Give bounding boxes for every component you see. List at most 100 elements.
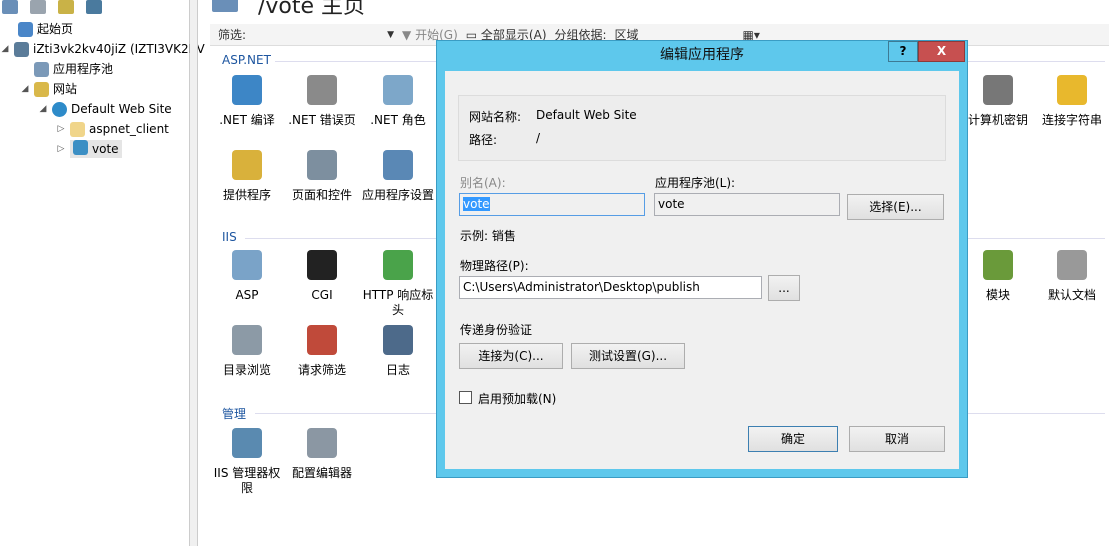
server-icon bbox=[14, 41, 29, 57]
providers-icon bbox=[232, 150, 262, 180]
site-name-value: Default Web Site bbox=[536, 108, 637, 122]
preload-checkbox[interactable] bbox=[459, 391, 472, 404]
folder-up-icon[interactable] bbox=[58, 0, 74, 14]
start-page-icon bbox=[18, 21, 33, 37]
feature-label: 模块 bbox=[985, 288, 1010, 302]
alias-input[interactable]: vote bbox=[459, 193, 645, 216]
net-roles-icon bbox=[383, 75, 413, 105]
globe-icon bbox=[52, 101, 67, 117]
pool-input: vote bbox=[654, 193, 840, 216]
app-pool-icon bbox=[34, 61, 49, 77]
section-manage: 管理 bbox=[222, 407, 247, 421]
connect-icon[interactable] bbox=[2, 0, 18, 14]
feature-label: 日志 bbox=[385, 363, 410, 377]
feature-label: 配置编辑器 bbox=[291, 466, 352, 480]
feature-label: .NET 角色 bbox=[370, 113, 426, 127]
filter-input[interactable]: ▼ bbox=[254, 30, 394, 40]
net-error-pages-icon bbox=[307, 75, 337, 105]
cgi-icon bbox=[307, 250, 337, 280]
feature-default-document[interactable]: 默认文档 bbox=[1034, 250, 1109, 303]
configuration-editor-icon bbox=[307, 428, 337, 458]
default-document-icon bbox=[1057, 250, 1087, 280]
feature-cgi[interactable]: CGI bbox=[284, 250, 360, 303]
page-icon bbox=[212, 0, 238, 12]
feature-net-error-pages[interactable]: .NET 错误页 bbox=[284, 75, 360, 128]
pages-and-controls-icon bbox=[307, 150, 337, 180]
test-settings-button[interactable]: 测试设置(G)... bbox=[571, 343, 685, 369]
disconnect-icon[interactable] bbox=[86, 0, 102, 14]
feature-label: 请求筛选 bbox=[297, 363, 346, 377]
connections-panel: 起始页 ◢ iZti3vk2kv40jiZ (IZTI3VK2KV 应用程序池 ◢… bbox=[0, 0, 205, 546]
directory-browsing-icon bbox=[232, 325, 262, 355]
http-response-headers-icon bbox=[383, 250, 413, 280]
feature-label: 目录浏览 bbox=[222, 363, 271, 377]
feature-logging[interactable]: 日志 bbox=[360, 325, 436, 378]
feature-pages-and-controls[interactable]: 页面和控件 bbox=[284, 150, 360, 203]
preload-label: 启用预加载(N) bbox=[478, 392, 557, 406]
tree-item-app-pools[interactable]: 应用程序池 bbox=[20, 60, 113, 78]
connections-toolbar bbox=[0, 0, 108, 18]
select-pool-button[interactable]: 选择(E)... bbox=[847, 194, 944, 220]
net-compilation-icon bbox=[232, 75, 262, 105]
tree-item-sites[interactable]: ◢ 网站 bbox=[20, 80, 77, 98]
path-label: 路径: bbox=[469, 133, 498, 147]
folder-icon bbox=[70, 121, 85, 137]
ok-button[interactable]: 确定 bbox=[748, 426, 838, 452]
feature-http-response-headers[interactable]: HTTP 响应标头 bbox=[360, 250, 436, 318]
alias-label: 别名(A): bbox=[460, 176, 506, 190]
connection-strings-icon bbox=[1057, 75, 1087, 105]
browse-button[interactable]: ... bbox=[768, 275, 800, 301]
dialog-body: 网站名称: Default Web Site 路径: / 别名(A): vote… bbox=[445, 71, 959, 469]
feature-iis-manager-permissions[interactable]: IIS 管理器权限 bbox=[209, 428, 285, 496]
logging-icon bbox=[383, 325, 413, 355]
feature-label: ASP bbox=[235, 288, 259, 302]
edit-application-dialog: 编辑应用程序 ? X 网站名称: Default Web Site 路径: / … bbox=[436, 40, 968, 478]
tree-item-vote[interactable]: ▷ vote bbox=[56, 140, 122, 158]
request-filtering-icon bbox=[307, 325, 337, 355]
splitter[interactable] bbox=[190, 0, 198, 546]
cancel-button[interactable]: 取消 bbox=[849, 426, 945, 452]
tree-item-start-page[interactable]: 起始页 bbox=[4, 20, 73, 38]
feature-request-filtering[interactable]: 请求筛选 bbox=[284, 325, 360, 378]
pool-label: 应用程序池(L): bbox=[655, 176, 736, 190]
app-settings-icon bbox=[383, 150, 413, 180]
feature-label: 计算机密钥 bbox=[967, 113, 1028, 127]
path-value: / bbox=[536, 131, 541, 145]
tree-item-server[interactable]: ◢ iZti3vk2kv40jiZ (IZTI3VK2KV bbox=[0, 40, 205, 58]
physical-path-input[interactable]: C:\Users\Administrator\Desktop\publish bbox=[459, 276, 762, 299]
feature-net-compilation[interactable]: .NET 编译 bbox=[209, 75, 285, 128]
feature-connection-strings[interactable]: 连接字符串 bbox=[1034, 75, 1109, 128]
feature-machine-key[interactable]: 计算机密钥 bbox=[960, 75, 1036, 128]
application-icon bbox=[73, 140, 88, 155]
section-aspnet: ASP.NET bbox=[222, 53, 271, 67]
machine-key-icon bbox=[983, 75, 1013, 105]
pass-through-auth-label: 传递身份验证 bbox=[460, 323, 533, 337]
asp-icon bbox=[232, 250, 262, 280]
feature-app-settings[interactable]: 应用程序设置 bbox=[360, 150, 436, 203]
site-info-group bbox=[458, 95, 946, 161]
site-name-label: 网站名称: bbox=[469, 110, 522, 124]
feature-providers[interactable]: 提供程序 bbox=[209, 150, 285, 203]
feature-net-roles[interactable]: .NET 角色 bbox=[360, 75, 436, 128]
tree-item-default-web-site[interactable]: ◢ Default Web Site bbox=[38, 100, 172, 118]
connect-as-button[interactable]: 连接为(C)... bbox=[459, 343, 563, 369]
feature-label: 应用程序设置 bbox=[361, 188, 434, 202]
iis-manager-permissions-icon bbox=[232, 428, 262, 458]
section-iis: IIS bbox=[222, 230, 237, 244]
feature-modules[interactable]: 模块 bbox=[960, 250, 1036, 303]
feature-asp[interactable]: ASP bbox=[209, 250, 285, 303]
feature-label: .NET 编译 bbox=[219, 113, 275, 127]
modules-icon bbox=[983, 250, 1013, 280]
feature-label: 连接字符串 bbox=[1041, 113, 1102, 127]
feature-label: .NET 错误页 bbox=[288, 113, 356, 127]
tree-item-aspnet-client[interactable]: ▷ aspnet_client bbox=[56, 120, 169, 138]
feature-label: IIS 管理器权限 bbox=[213, 466, 281, 495]
save-icon[interactable] bbox=[30, 0, 46, 14]
feature-label: HTTP 响应标头 bbox=[362, 288, 434, 317]
feature-configuration-editor[interactable]: 配置编辑器 bbox=[284, 428, 360, 481]
close-button[interactable]: X bbox=[918, 41, 965, 62]
help-button[interactable]: ? bbox=[888, 41, 918, 62]
feature-label: 提供程序 bbox=[222, 188, 271, 202]
feature-directory-browsing[interactable]: 目录浏览 bbox=[209, 325, 285, 378]
physical-path-label: 物理路径(P): bbox=[460, 259, 529, 273]
